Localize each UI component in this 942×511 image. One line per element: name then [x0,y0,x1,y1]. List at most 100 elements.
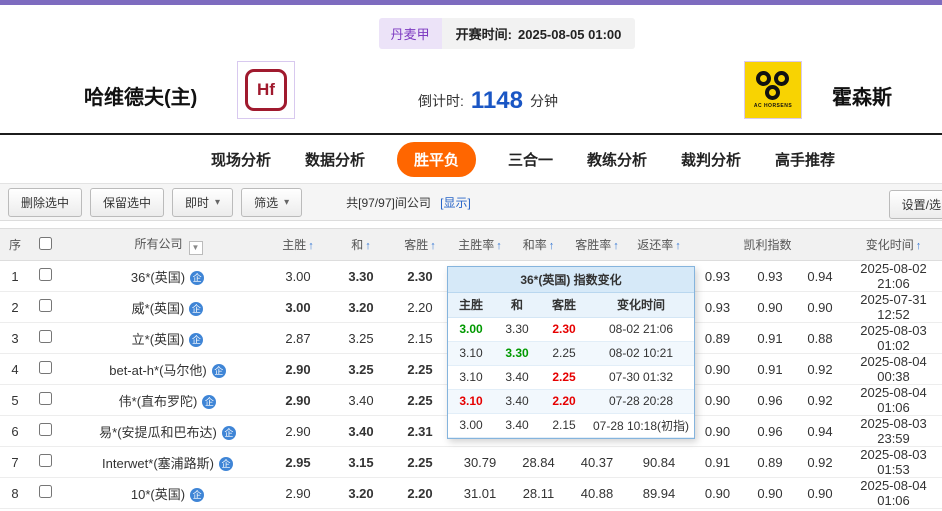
instant-dropdown[interactable]: 即时 ▾ [172,187,234,217]
company-name[interactable]: 威*(英国) [132,301,185,316]
odds-home[interactable]: 2.90 [265,353,331,385]
change-time: 2025-08-03 23:59 [845,415,942,447]
company-name[interactable]: 36*(英国) [131,270,185,285]
odds-draw[interactable]: 3.20 [331,291,391,323]
kelly-index-1: 0.89 [690,322,745,354]
away-crest-icon [753,71,793,103]
row-checkbox[interactable] [38,268,52,281]
col-index[interactable]: 序 [0,228,30,261]
company-info-icon[interactable]: 企 [218,456,233,471]
keep-selected-button[interactable]: 保留选中 [90,187,165,217]
row-checkbox[interactable] [38,361,52,374]
filter-dropdown[interactable]: 筛选 ▾ [241,187,303,217]
odds-home[interactable]: 3.00 [265,260,331,292]
row-checkbox-cell [30,446,60,478]
company-name[interactable]: 立*(英国) [132,332,185,347]
col-kelly[interactable]: 凯利指数 [690,228,846,261]
col-home-odds[interactable]: 主胜 ↑ [265,228,331,261]
odds-home[interactable]: 3.00 [265,291,331,323]
col-home-rate[interactable]: 主胜率 ↑ [449,228,511,261]
row-checkbox[interactable] [38,485,52,498]
col-change-time[interactable]: 变化时间 ↑ [845,228,942,261]
row-checkbox[interactable] [38,299,52,312]
row-index: 5 [0,384,30,416]
odds-home[interactable]: 2.90 [265,415,331,447]
odds-draw[interactable]: 3.40 [331,384,391,416]
company-name[interactable]: 易*(安提瓜和巴布达) [99,425,217,440]
odds-away[interactable]: 2.25 [391,384,449,416]
odds-away[interactable]: 2.20 [391,291,449,323]
row-checkbox[interactable] [38,330,52,343]
change-time: 2025-08-02 21:06 [845,260,942,292]
company-name[interactable]: 伟*(直布罗陀) [119,394,198,409]
popup-odds-away: 2.15 [540,413,588,438]
sort-up-icon: ↑ [915,240,922,252]
rate-return: 89.94 [628,477,690,509]
tab-live-analysis[interactable]: 现场分析 [209,143,273,176]
chevron-down-icon: ▾ [215,196,221,208]
odds-draw[interactable]: 3.25 [331,322,391,354]
odds-home[interactable]: 2.90 [265,477,331,509]
tab-coach-analysis[interactable]: 教练分析 [585,143,649,176]
company-info-icon[interactable]: 企 [190,270,205,285]
company-name[interactable]: 10*(英国) [131,487,185,502]
row-index: 6 [0,415,30,447]
col-company[interactable]: 所有公司 ▼ [60,228,265,261]
odds-away[interactable]: 2.15 [391,322,449,354]
sort-up-icon: ↑ [365,240,371,252]
row-checkbox[interactable] [38,392,52,405]
company-info-icon[interactable]: 企 [189,332,204,347]
odds-draw[interactable]: 3.15 [331,446,391,478]
company-info-icon[interactable]: 企 [202,394,217,409]
row-index: 8 [0,477,30,509]
odds-away[interactable]: 2.30 [391,260,449,292]
odds-home[interactable]: 2.90 [265,384,331,416]
odds-draw[interactable]: 3.20 [331,477,391,509]
company-info-icon[interactable]: 企 [190,487,205,502]
col-draw-rate[interactable]: 和率 ↑ [511,228,566,261]
kelly-index-2: 0.96 [745,384,795,416]
display-link[interactable]: [显示] [440,196,471,210]
kelly-index-3: 0.90 [795,291,846,323]
odds-home[interactable]: 2.95 [265,446,331,478]
row-checkbox[interactable] [38,454,52,467]
delete-selected-button[interactable]: 删除选中 [8,187,83,217]
tab-expert-picks[interactable]: 高手推荐 [773,143,837,176]
popup-odds-draw: 3.30 [494,341,540,366]
col-away-rate[interactable]: 客胜率 ↑ [566,228,628,261]
kelly-index-3: 0.94 [795,415,846,447]
company-name[interactable]: bet-at-h*(马尔他) [109,363,207,378]
tab-referee-analysis[interactable]: 裁判分析 [679,143,743,176]
odds-away[interactable]: 2.25 [391,446,449,478]
company-info-icon[interactable]: 企 [189,301,204,316]
select-all-checkbox[interactable] [38,236,52,250]
tab-three-in-one[interactable]: 三合一 [506,143,555,176]
change-time: 2025-07-31 12:52 [845,291,942,323]
kelly-index-2: 0.96 [745,415,795,447]
odds-home[interactable]: 2.87 [265,322,331,354]
row-checkbox[interactable] [38,423,52,436]
odds-away[interactable]: 2.31 [391,415,449,447]
odds-draw[interactable]: 3.40 [331,415,391,447]
company-name[interactable]: Interwet*(塞浦路斯) [102,456,214,471]
countdown: 倒计时: 1148 分钟 [418,87,558,115]
odds-draw[interactable]: 3.30 [331,260,391,292]
company-count-text: 共[97/97]间公司 [346,195,431,210]
tab-data-analysis[interactable]: 数据分析 [303,143,367,176]
col-away-odds[interactable]: 客胜 ↑ [391,228,449,261]
settings-button[interactable]: 设置/选 [888,190,942,219]
popup-odds-draw: 3.40 [494,389,540,414]
table-row: 8 10*(英国) 企 2.90 3.20 2.20 31.01 28.11 40.88 89.9… [0,477,942,509]
company-cell: 10*(英国) 企 [60,477,265,509]
tab-win-draw-lose[interactable]: 胜平负 [396,141,476,177]
company-filter-icon[interactable]: ▼ [188,240,203,255]
chevron-down-icon: ▾ [284,196,290,208]
company-info-icon[interactable]: 企 [211,363,226,378]
col-return-rate[interactable]: 返还率 ↑ [628,228,690,261]
sort-up-icon: ↑ [613,240,619,252]
col-draw-odds[interactable]: 和 ↑ [331,228,391,261]
odds-away[interactable]: 2.25 [391,353,449,385]
odds-away[interactable]: 2.20 [391,477,449,509]
company-info-icon[interactable]: 企 [221,425,236,440]
odds-draw[interactable]: 3.25 [331,353,391,385]
